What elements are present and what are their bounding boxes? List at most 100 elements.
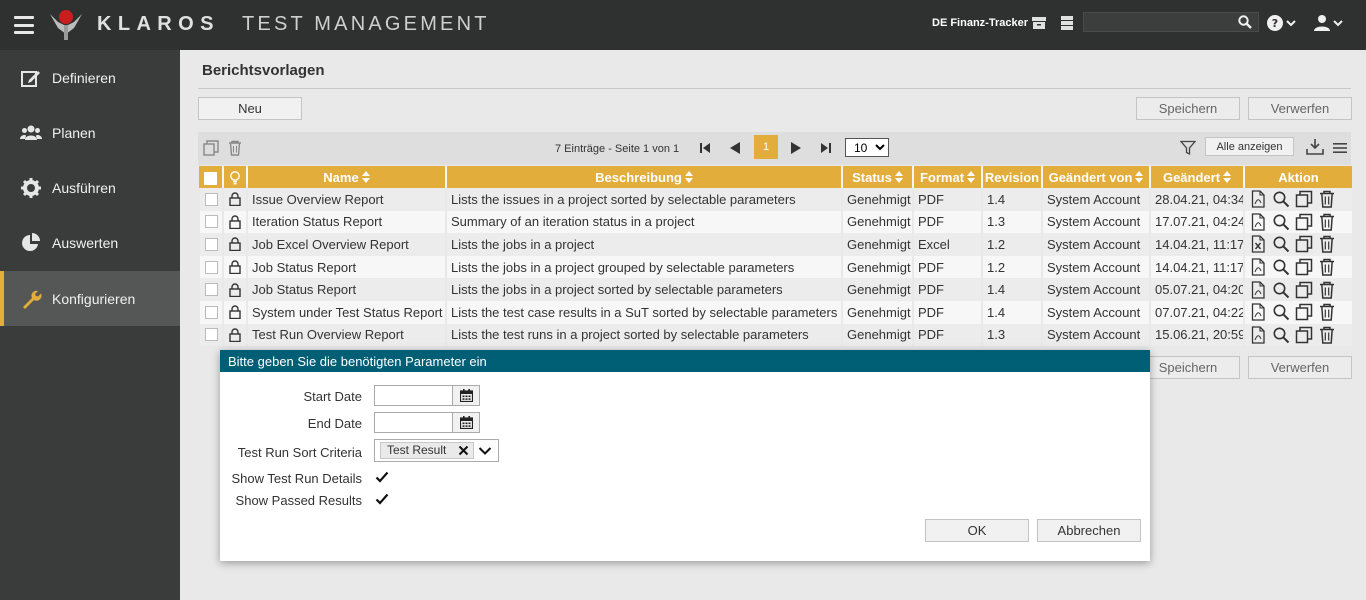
table-row[interactable]: Job Status Report Lists the jobs in a pro…	[199, 278, 1352, 301]
column-header-revision[interactable]: Revision	[981, 166, 1042, 188]
show-details-checkbox[interactable]	[375, 470, 389, 484]
current-project[interactable]: DE Finanz-Tracker	[932, 17, 1028, 29]
row-select-cell[interactable]	[199, 300, 223, 324]
table-row[interactable]: Issue Overview Report Lists the issues in…	[199, 188, 1352, 211]
column-header-changed[interactable]: Geändert	[1149, 166, 1244, 188]
column-header-status[interactable]: Status	[841, 166, 913, 188]
row-checkbox[interactable]	[205, 328, 218, 342]
filter-icon[interactable]	[1180, 140, 1196, 156]
sidebar-item-definieren[interactable]: Definieren	[0, 50, 180, 105]
name-cell[interactable]: Job Status Report	[247, 255, 446, 279]
column-header-description[interactable]: Beschreibung	[445, 166, 842, 188]
excel-icon[interactable]	[1249, 235, 1267, 254]
duplicate-icon[interactable]	[1295, 258, 1313, 276]
save-button[interactable]: Speichern	[1136, 97, 1240, 120]
end-date-input[interactable]	[374, 412, 453, 433]
discard-button-bottom[interactable]: Verwerfen	[1248, 356, 1352, 379]
remove-chip-icon[interactable]	[458, 445, 469, 456]
first-page-icon[interactable]	[697, 140, 713, 156]
user-icon[interactable]	[1313, 14, 1345, 32]
search-input[interactable]	[1084, 13, 1234, 31]
column-menu-icon[interactable]	[1332, 140, 1348, 156]
preview-search-icon[interactable]	[1272, 303, 1290, 321]
name-cell[interactable]: Issue Overview Report	[247, 188, 446, 211]
duplicate-icon[interactable]	[1295, 190, 1313, 208]
pdf-icon[interactable]	[1249, 303, 1267, 321]
row-checkbox[interactable]	[205, 305, 218, 319]
next-page-icon[interactable]	[788, 140, 804, 156]
preview-search-icon[interactable]	[1272, 258, 1290, 276]
delete-icon[interactable]	[1318, 190, 1336, 209]
name-cell[interactable]: System under Test Status Report	[247, 300, 446, 324]
row-select-cell[interactable]	[199, 255, 223, 279]
sort-criteria-select[interactable]: Test Result	[374, 439, 499, 462]
delete-icon[interactable]	[1318, 213, 1336, 231]
table-row[interactable]: Test Run Overview Report Lists the test r…	[199, 323, 1352, 347]
duplicate-icon[interactable]	[1295, 235, 1313, 253]
sidebar-item-konfigurieren[interactable]: Konfigurieren	[0, 271, 180, 326]
end-date-calendar-button[interactable]	[452, 412, 480, 433]
pdf-icon[interactable]	[1249, 190, 1267, 208]
preview-search-icon[interactable]	[1272, 213, 1290, 231]
duplicate-icon[interactable]	[1295, 303, 1313, 321]
select-all-header[interactable]	[199, 166, 223, 188]
previous-page-icon[interactable]	[727, 140, 743, 156]
last-page-icon[interactable]	[818, 140, 834, 156]
delete-icon[interactable]	[227, 140, 243, 156]
column-header-format[interactable]: Format	[912, 166, 982, 188]
delete-icon[interactable]	[1318, 281, 1336, 299]
table-row[interactable]: Job Status Report Lists the jobs in a pro…	[199, 255, 1352, 279]
select-all-checkbox[interactable]	[204, 171, 217, 185]
column-header-name[interactable]: Name	[246, 166, 446, 188]
row-select-cell[interactable]	[199, 323, 223, 347]
save-button-bottom[interactable]: Speichern	[1136, 356, 1240, 379]
name-cell[interactable]: Job Excel Overview Report	[247, 233, 446, 256]
discard-button[interactable]: Verwerfen	[1248, 97, 1352, 120]
start-date-input[interactable]	[374, 385, 453, 406]
preview-search-icon[interactable]	[1272, 326, 1290, 344]
pdf-icon[interactable]	[1249, 326, 1267, 344]
start-date-calendar-button[interactable]	[452, 385, 480, 406]
row-select-cell[interactable]	[199, 278, 223, 301]
preview-search-icon[interactable]	[1272, 281, 1290, 299]
help-icon[interactable]: ?	[1266, 14, 1298, 32]
row-checkbox[interactable]	[205, 283, 218, 297]
sidebar-item-auswerten[interactable]: Auswerten	[0, 215, 180, 270]
row-checkbox[interactable]	[205, 215, 218, 229]
show-all-button[interactable]: Alle anzeigen	[1205, 137, 1294, 156]
delete-icon[interactable]	[1318, 258, 1336, 276]
delete-icon[interactable]	[1318, 235, 1336, 254]
pdf-icon[interactable]	[1249, 258, 1267, 276]
duplicate-icon[interactable]	[1295, 281, 1313, 299]
search-icon[interactable]	[1238, 15, 1252, 29]
current-page-button[interactable]: 1	[754, 135, 778, 159]
preview-search-icon[interactable]	[1272, 190, 1290, 208]
duplicate-icon[interactable]	[1295, 213, 1313, 231]
show-passed-checkbox[interactable]	[375, 492, 389, 506]
preview-search-icon[interactable]	[1272, 235, 1290, 253]
sidebar-item-planen[interactable]: Planen	[0, 105, 180, 160]
menu-icon[interactable]	[14, 16, 34, 34]
table-row[interactable]: Iteration Status Report Summary of an ite…	[199, 210, 1352, 234]
pdf-icon[interactable]	[1249, 281, 1267, 299]
duplicate-icon[interactable]	[203, 140, 219, 156]
name-cell[interactable]: Job Status Report	[247, 278, 446, 301]
ok-button[interactable]: OK	[925, 519, 1029, 542]
sidebar-item-ausfuehren[interactable]: Ausführen	[0, 160, 180, 215]
duplicate-icon[interactable]	[1295, 326, 1313, 344]
export-icon[interactable]	[1306, 138, 1324, 156]
pdf-icon[interactable]	[1249, 213, 1267, 231]
table-row[interactable]: System under Test Status Report Lists the…	[199, 300, 1352, 324]
server-icon[interactable]	[1059, 15, 1075, 31]
row-select-cell[interactable]	[199, 188, 223, 211]
table-row[interactable]: Job Excel Overview Report Lists the jobs …	[199, 233, 1352, 256]
name-cell[interactable]: Test Run Overview Report	[247, 323, 446, 347]
column-header-changed-by[interactable]: Geändert von	[1041, 166, 1150, 188]
new-button[interactable]: Neu	[198, 97, 302, 120]
cancel-button[interactable]: Abbrechen	[1037, 519, 1141, 542]
row-checkbox[interactable]	[205, 192, 218, 206]
chevron-down-icon[interactable]	[478, 445, 492, 457]
row-checkbox[interactable]	[205, 237, 218, 251]
row-checkbox[interactable]	[205, 260, 218, 274]
page-size-select[interactable]: 10	[845, 138, 889, 157]
